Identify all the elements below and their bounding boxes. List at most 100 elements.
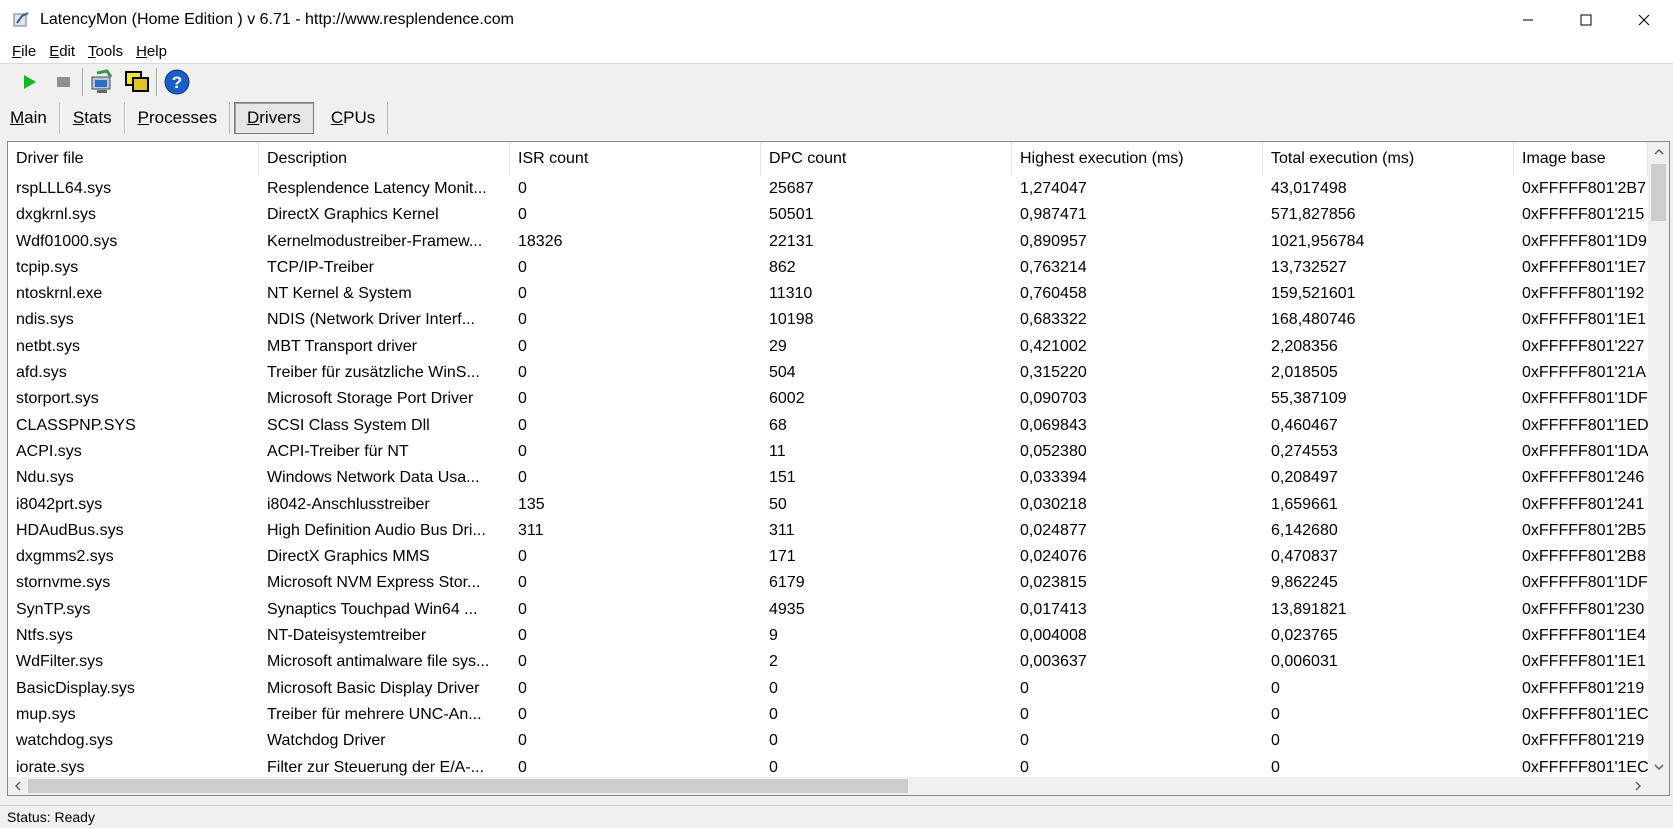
stop-button[interactable] — [46, 66, 80, 98]
cell-description: DirectX Graphics Kernel — [267, 206, 439, 224]
cell-total-execution: 168,480746 — [1271, 311, 1356, 329]
cell-image-base: 0xFFFFF801'1DF — [1522, 390, 1648, 408]
cell-driver-file: watchdog.sys — [16, 732, 113, 750]
column-header-driver-file[interactable]: Driver file — [8, 142, 259, 176]
column-header-image-base[interactable]: Image base — [1514, 142, 1648, 176]
table-row[interactable]: stornvme.sys Microsoft NVM Express Stor..… — [8, 570, 1648, 596]
table-row[interactable]: Wdf01000.sys Kernelmodustreiber-Framew...… — [8, 229, 1648, 255]
tab-cpus[interactable]: C PUs — [317, 102, 389, 134]
table-row[interactable]: BasicDisplay.sys Microsoft Basic Display … — [8, 676, 1648, 702]
horizontal-scroll-thumb[interactable] — [28, 779, 908, 793]
menu-bar: File Edit Tools Help — [0, 40, 1673, 64]
menu-edit[interactable]: Edit — [37, 43, 80, 60]
table-row[interactable]: ACPI.sys ACPI-Treiber für NT 0 11 0,052380 0,… — [8, 439, 1648, 465]
table-row[interactable]: i8042prt.sys i8042-Anschlusstreiber 135 50 0… — [8, 492, 1648, 518]
cell-image-base: 0xFFFFF801'219 — [1522, 732, 1645, 750]
help-button[interactable]: ? — [160, 66, 194, 98]
table-row[interactable]: dxgkrnl.sys DirectX Graphics Kernel 0 50501… — [8, 202, 1648, 228]
tab-drivers[interactable]: Drivers — [233, 102, 314, 134]
table-row[interactable]: afd.sys Treiber für zusätzliche WinS... 0 5… — [8, 360, 1648, 386]
cell-driver-file: ndis.sys — [16, 311, 74, 329]
cell-highest-execution: 1,274047 — [1020, 180, 1087, 197]
monitor-button[interactable] — [86, 66, 120, 98]
cell-dpc-count: 11 — [769, 442, 786, 460]
table-row[interactable]: watchdog.sys Watchdog Driver 0 0 0 0 0xFFFFF80… — [8, 728, 1648, 754]
column-header-isr-count[interactable]: ISR count — [510, 142, 761, 176]
column-header-description[interactable]: Description — [259, 142, 510, 176]
table-row[interactable]: tcpip.sys TCP/IP-Treiber 0 862 0,763214 13,73… — [8, 255, 1648, 281]
close-button[interactable] — [1615, 0, 1673, 40]
cell-image-base: 0xFFFFF801'21A — [1522, 364, 1646, 382]
table-row[interactable]: ntoskrnl.exe NT Kernel & System 0 11310 0,76… — [8, 281, 1648, 307]
svg-text:?: ? — [172, 73, 182, 92]
windows-icon — [125, 71, 149, 92]
cell-image-base: 0xFFFFF801'2B7 — [1522, 180, 1646, 197]
cell-description: i8042-Anschlusstreiber — [267, 495, 430, 513]
cell-dpc-count: 10198 — [769, 311, 814, 329]
cell-dpc-count: 862 — [769, 258, 796, 276]
chevron-left-icon — [15, 781, 21, 791]
cell-image-base: 0xFFFFF801'1EC — [1522, 705, 1648, 723]
tab-processes[interactable]: Processes — [124, 102, 230, 134]
scroll-left-button[interactable] — [8, 777, 28, 795]
vertical-scrollbar[interactable] — [1648, 142, 1669, 777]
cell-image-base: 0xFFFFF801'1ED — [1522, 416, 1648, 434]
scroll-up-button[interactable] — [1648, 142, 1669, 162]
column-header-total-execution[interactable]: Total execution (ms) — [1263, 142, 1514, 176]
table-row[interactable]: Ndu.sys Windows Network Data Usa... 0 151 0,… — [8, 465, 1648, 491]
table-row[interactable]: HDAudBus.sys High Definition Audio Bus Dr… — [8, 518, 1648, 544]
cell-isr-count: 0 — [518, 390, 527, 408]
cell-isr-count: 135 — [518, 495, 545, 513]
table-row[interactable]: mup.sys Treiber für mehrere UNC-An... 0 0 0 0… — [8, 702, 1648, 728]
horizontal-scrollbar[interactable] — [8, 777, 1648, 795]
cell-description: NT Kernel & System — [267, 285, 412, 303]
start-button[interactable] — [12, 66, 46, 98]
cell-total-execution: 0,274553 — [1271, 442, 1338, 460]
toolbar-separator — [156, 68, 158, 96]
cell-isr-count: 0 — [518, 364, 527, 382]
cell-dpc-count: 29 — [769, 337, 787, 355]
table-body: rspLLL64.sys Resplendence Latency Monit..… — [8, 176, 1648, 781]
table-row[interactable]: SynTP.sys Synaptics Touchpad Win64 ... 0 49… — [8, 597, 1648, 623]
tab-main[interactable]: Main — [0, 102, 60, 134]
cell-description: Treiber für zusätzliche WinS... — [267, 364, 480, 382]
cell-description: MBT Transport driver — [267, 337, 417, 355]
cell-image-base: 0xFFFFF801'246 — [1522, 469, 1645, 487]
cell-highest-execution: 0,683322 — [1020, 311, 1087, 329]
cell-dpc-count: 22131 — [769, 232, 814, 250]
cell-description: DirectX Graphics MMS — [267, 548, 430, 566]
cell-driver-file: i8042prt.sys — [16, 495, 103, 513]
cell-dpc-count: 50501 — [769, 206, 814, 224]
table-row[interactable]: netbt.sys MBT Transport driver 0 29 0,421002… — [8, 334, 1648, 360]
tab-stats[interactable]: Stats — [59, 102, 125, 134]
cell-isr-count: 0 — [518, 574, 527, 592]
table-row[interactable]: dxgmms2.sys DirectX Graphics MMS 0 171 0,024… — [8, 544, 1648, 570]
cell-dpc-count: 6179 — [769, 574, 805, 592]
cell-total-execution: 0,470837 — [1271, 548, 1338, 566]
column-header-dpc-count[interactable]: DPC count — [761, 142, 1012, 176]
drivers-list[interactable]: Driver file Description ISR count DPC co… — [7, 141, 1670, 796]
table-row[interactable]: CLASSPNP.SYS SCSI Class System Dll 0 68 0,06… — [8, 413, 1648, 439]
table-row[interactable]: Ntfs.sys NT-Dateisystemtreiber 0 9 0,004008 0… — [8, 623, 1648, 649]
column-header-highest-execution[interactable]: Highest execution (ms) — [1012, 142, 1263, 176]
cell-driver-file: storport.sys — [16, 390, 99, 408]
menu-file[interactable]: File — [0, 43, 41, 60]
cell-image-base: 0xFFFFF801'241 — [1522, 495, 1645, 513]
cell-image-base: 0xFFFFF801'215 — [1522, 206, 1645, 224]
stop-icon — [57, 77, 70, 87]
table-row[interactable]: storport.sys Microsoft Storage Port Drive… — [8, 386, 1648, 412]
scroll-right-button[interactable] — [1628, 777, 1648, 795]
chevron-up-icon — [1653, 149, 1664, 155]
table-row[interactable]: WdFilter.sys Microsoft antimalware file s… — [8, 649, 1648, 675]
table-row[interactable]: rspLLL64.sys Resplendence Latency Monit..… — [8, 176, 1648, 202]
cell-highest-execution: 0,030218 — [1020, 495, 1087, 513]
menu-tools[interactable]: Tools — [76, 43, 128, 60]
cell-highest-execution: 0,763214 — [1020, 258, 1087, 276]
maximize-button[interactable] — [1557, 0, 1615, 40]
table-row[interactable]: ndis.sys NDIS (Network Driver Interf... 0 1… — [8, 307, 1648, 333]
scroll-down-button[interactable] — [1648, 757, 1669, 777]
minimize-button[interactable] — [1499, 0, 1557, 40]
menu-help[interactable]: Help — [124, 43, 172, 60]
windows-button[interactable] — [120, 66, 154, 98]
vertical-scroll-thumb[interactable] — [1651, 164, 1666, 221]
